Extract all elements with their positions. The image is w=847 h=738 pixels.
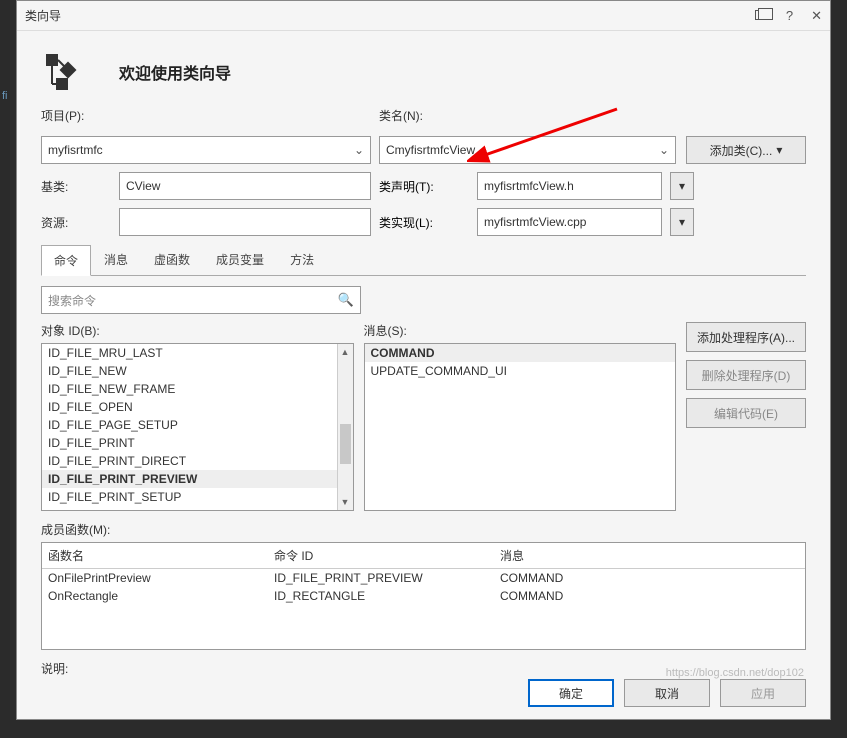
- tab-messages[interactable]: 消息: [91, 244, 141, 275]
- messages-listbox[interactable]: COMMANDUPDATE_COMMAND_UI: [364, 343, 677, 511]
- dialog-footer: 确定 取消 应用: [528, 679, 806, 707]
- delete-handler-button[interactable]: 删除处理程序(D): [686, 360, 806, 390]
- project-value: myfisrtmfc: [48, 143, 103, 157]
- members-table[interactable]: 函数名 命令 ID 消息 OnFilePrintPreviewID_FILE_P…: [41, 542, 806, 650]
- members-header: 函数名 命令 ID 消息: [42, 543, 805, 569]
- close-icon[interactable]: ✕: [811, 8, 822, 24]
- titlebar: 类向导 ? ✕: [17, 1, 830, 31]
- window-title: 类向导: [25, 7, 755, 24]
- tab-commands[interactable]: 命令: [41, 245, 91, 276]
- chevron-down-icon: ▾: [679, 215, 685, 229]
- list-item[interactable]: ID_FILE_OPEN: [42, 398, 353, 416]
- messages-label: 消息(S):: [364, 322, 677, 339]
- chevron-down-icon: ▾: [679, 179, 685, 193]
- ok-button[interactable]: 确定: [528, 679, 614, 707]
- classname-combo[interactable]: CmyfisrtmfcView ⌄: [379, 136, 676, 164]
- decl-dropdown-button[interactable]: ▾: [670, 172, 694, 200]
- window-controls: ? ✕: [755, 8, 822, 24]
- resource-label: 资源:: [41, 214, 111, 231]
- impl-dropdown-button[interactable]: ▾: [670, 208, 694, 236]
- classname-value: CmyfisrtmfcView: [386, 143, 475, 157]
- apply-button[interactable]: 应用: [720, 679, 806, 707]
- search-placeholder: 搜索命令: [48, 292, 96, 309]
- cancel-button[interactable]: 取消: [624, 679, 710, 707]
- col-cmdid: 命令 ID: [268, 543, 494, 568]
- project-label: 项目(P):: [41, 107, 371, 124]
- list-item[interactable]: ID_FILE_NEW: [42, 362, 353, 380]
- impl-label: 类实现(L):: [379, 214, 469, 231]
- add-class-button[interactable]: 添加类(C)... ▾: [686, 136, 806, 164]
- list-item[interactable]: COMMAND: [365, 344, 676, 362]
- objectid-listbox[interactable]: ID_FILE_MRU_LASTID_FILE_NEWID_FILE_NEW_F…: [41, 343, 354, 511]
- scroll-down-icon[interactable]: ▼: [338, 494, 353, 510]
- list-item[interactable]: ID_FILE_MRU_LAST: [42, 344, 353, 362]
- scroll-thumb[interactable]: [340, 424, 351, 464]
- add-handler-button[interactable]: 添加处理程序(A)...: [686, 322, 806, 352]
- search-input[interactable]: 搜索命令 🔍: [41, 286, 361, 314]
- baseclass-field: CView: [119, 172, 371, 200]
- list-item[interactable]: ID_FILE_PRINT: [42, 434, 353, 452]
- decl-field[interactable]: myfisrtmfcView.h: [477, 172, 662, 200]
- decl-label: 类声明(T):: [379, 178, 469, 195]
- tab-methods[interactable]: 方法: [277, 244, 327, 275]
- project-combo[interactable]: myfisrtmfc ⌄: [41, 136, 371, 164]
- help-icon[interactable]: ?: [786, 8, 793, 24]
- tab-virtual[interactable]: 虚函数: [141, 244, 203, 275]
- tab-membervars[interactable]: 成员变量: [203, 244, 277, 275]
- list-item[interactable]: ID_FILE_PRINT_DIRECT: [42, 452, 353, 470]
- objectid-label: 对象 ID(B):: [41, 322, 354, 339]
- class-wizard-dialog: 类向导 ? ✕ 欢迎使用类向导 项目(P): 类名(N): [16, 0, 831, 720]
- wizard-heading: 欢迎使用类向导: [119, 60, 231, 84]
- impl-field[interactable]: myfisrtmfcView.cpp: [477, 208, 662, 236]
- chevron-down-icon: ⌄: [659, 143, 669, 157]
- list-item[interactable]: ID_FILE_PAGE_SETUP: [42, 416, 353, 434]
- col-msg: 消息: [494, 543, 805, 568]
- scrollbar[interactable]: ▲ ▼: [337, 344, 353, 510]
- header: 欢迎使用类向导: [17, 31, 830, 101]
- scroll-up-icon[interactable]: ▲: [338, 344, 353, 360]
- resource-field: [119, 208, 371, 236]
- table-row[interactable]: OnFilePrintPreviewID_FILE_PRINT_PREVIEWC…: [42, 569, 805, 587]
- edit-code-button[interactable]: 编辑代码(E): [686, 398, 806, 428]
- baseclass-label: 基类:: [41, 178, 111, 195]
- wizard-logo-icon: [41, 49, 87, 95]
- chevron-down-icon: ⌄: [354, 143, 364, 157]
- list-item[interactable]: UPDATE_COMMAND_UI: [365, 362, 676, 380]
- list-item[interactable]: ID_FILE_PRINT_SETUP: [42, 488, 353, 506]
- maximize-icon[interactable]: [755, 8, 768, 24]
- tabstrip: 命令 消息 虚函数 成员变量 方法: [41, 244, 806, 276]
- list-item[interactable]: ID_FILE_NEW_FRAME: [42, 380, 353, 398]
- members-label: 成员函数(M):: [41, 521, 806, 538]
- list-item[interactable]: ID_FILE_PRINT_PREVIEW: [42, 470, 353, 488]
- col-funcname: 函数名: [42, 543, 268, 568]
- classname-label: 类名(N):: [379, 107, 806, 124]
- watermark: https://blog.csdn.net/dop102: [666, 667, 804, 679]
- search-icon[interactable]: 🔍: [338, 292, 354, 308]
- chevron-down-icon: ▾: [776, 143, 782, 157]
- table-row[interactable]: OnRectangleID_RECTANGLECOMMAND: [42, 587, 805, 605]
